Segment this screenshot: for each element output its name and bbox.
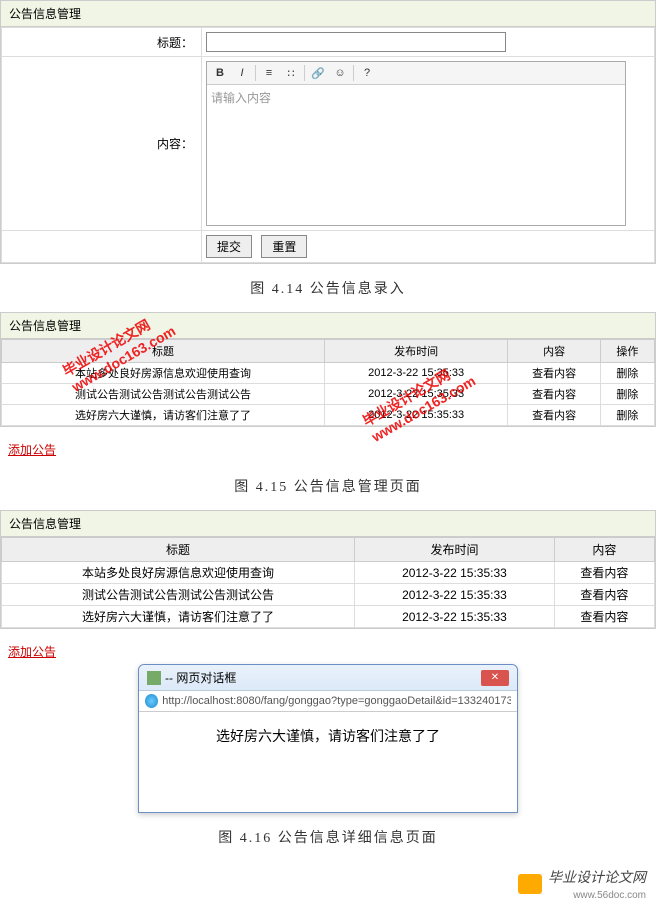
panel-header: 公告信息管理 (1, 511, 655, 537)
announcement-form-panel: 公告信息管理 标题： 内容： B I ≡ ∷ (0, 0, 656, 264)
view-content-link[interactable]: 查看内容 (554, 562, 654, 584)
title-label: 标题： (2, 28, 202, 57)
col-time: 发布时间 (324, 340, 507, 363)
help-icon[interactable]: ? (358, 64, 376, 82)
col-op: 操作 (600, 340, 654, 363)
footer-site-name: 毕业设计论文网 (548, 871, 646, 886)
unordered-list-icon[interactable]: ∷ (282, 64, 300, 82)
table-row: 测试公告测试公告测试公告测试公告 2012-3-22 15:35:33 查看内容… (2, 384, 655, 405)
logo-icon (518, 874, 542, 894)
figure-caption: 图 4.15 公告信息管理页面 (0, 476, 656, 496)
col-title: 标题 (2, 538, 355, 562)
table-row: 选好房六大谨慎，请访客们注意了了 2012-3-22 15:35:33 查看内容… (2, 405, 655, 426)
web-dialog: -- 网页对话框 ✕ http://localhost:8080/fang/go… (138, 664, 518, 813)
ordered-list-icon[interactable]: ≡ (260, 64, 278, 82)
data-table: 标题 发布时间 内容 操作 本站多处良好房源信息欢迎使用查询 2012-3-22… (1, 339, 655, 426)
figure-caption: 图 4.14 公告信息录入 (0, 278, 656, 298)
dialog-url-bar: http://localhost:8080/fang/gonggao?type=… (139, 691, 517, 712)
submit-button[interactable]: 提交 (206, 235, 252, 258)
dialog-body: 选好房六大谨慎，请访客们注意了了 (139, 712, 517, 812)
data-table: 标题 发布时间 内容 本站多处良好房源信息欢迎使用查询 2012-3-22 15… (1, 537, 655, 628)
dialog-url-text: http://localhost:8080/fang/gonggao?type=… (162, 695, 511, 707)
close-icon[interactable]: ✕ (481, 670, 509, 686)
toolbar-separator (255, 65, 256, 81)
view-content-link[interactable]: 查看内容 (508, 363, 601, 384)
reset-button[interactable]: 重置 (261, 235, 307, 258)
table-row: 选好房六大谨慎，请访客们注意了了 2012-3-22 15:35:33 查看内容 (2, 606, 655, 628)
delete-link[interactable]: 删除 (600, 363, 654, 384)
col-time: 发布时间 (355, 538, 555, 562)
delete-link[interactable]: 删除 (600, 384, 654, 405)
footer-logo: 毕业设计论文网 www.56doc.com (0, 861, 656, 907)
bold-icon[interactable]: B (211, 64, 229, 82)
editor-toolbar: B I ≡ ∷ 🔗 ☺ ? (207, 62, 625, 85)
col-content: 内容 (508, 340, 601, 363)
link-icon[interactable]: 🔗 (309, 64, 327, 82)
delete-link[interactable]: 删除 (600, 405, 654, 426)
col-title: 标题 (2, 340, 325, 363)
view-content-link[interactable]: 查看内容 (554, 584, 654, 606)
col-content: 内容 (554, 538, 654, 562)
view-content-link[interactable]: 查看内容 (554, 606, 654, 628)
form-table: 标题： 内容： B I ≡ ∷ 🔗 ☺ (1, 27, 655, 263)
toolbar-separator (353, 65, 354, 81)
ie-icon (145, 694, 158, 708)
announcement-list-panel: 公告信息管理 标题 发布时间 内容 操作 本站多处良好房源信息欢迎使用查询 20… (0, 312, 656, 427)
panel-header: 公告信息管理 (1, 1, 655, 27)
dialog-title: -- 网页对话框 (165, 669, 236, 686)
table-row: 本站多处良好房源信息欢迎使用查询 2012-3-22 15:35:33 查看内容… (2, 363, 655, 384)
title-input[interactable] (206, 32, 506, 52)
italic-icon[interactable]: I (233, 64, 251, 82)
table-row: 本站多处良好房源信息欢迎使用查询 2012-3-22 15:35:33 查看内容 (2, 562, 655, 584)
dialog-titlebar: -- 网页对话框 ✕ (139, 665, 517, 691)
view-content-link[interactable]: 查看内容 (508, 384, 601, 405)
table-row: 测试公告测试公告测试公告测试公告 2012-3-22 15:35:33 查看内容 (2, 584, 655, 606)
footer-site-url: www.56doc.com (573, 890, 646, 901)
add-announcement-link[interactable]: 添加公告 (0, 437, 64, 462)
dialog-icon (147, 671, 161, 685)
figure-caption: 图 4.16 公告信息详细信息页面 (0, 827, 656, 847)
rich-text-editor: B I ≡ ∷ 🔗 ☺ ? 请输入内容 (206, 61, 626, 226)
panel-header: 公告信息管理 (1, 313, 655, 339)
announcement-list-panel: 公告信息管理 标题 发布时间 内容 本站多处良好房源信息欢迎使用查询 2012-… (0, 510, 656, 629)
view-content-link[interactable]: 查看内容 (508, 405, 601, 426)
emoji-icon[interactable]: ☺ (331, 64, 349, 82)
add-announcement-link[interactable]: 添加公告 (0, 639, 64, 664)
toolbar-separator (304, 65, 305, 81)
content-label: 内容： (2, 57, 202, 231)
editor-body[interactable]: 请输入内容 (207, 85, 625, 225)
